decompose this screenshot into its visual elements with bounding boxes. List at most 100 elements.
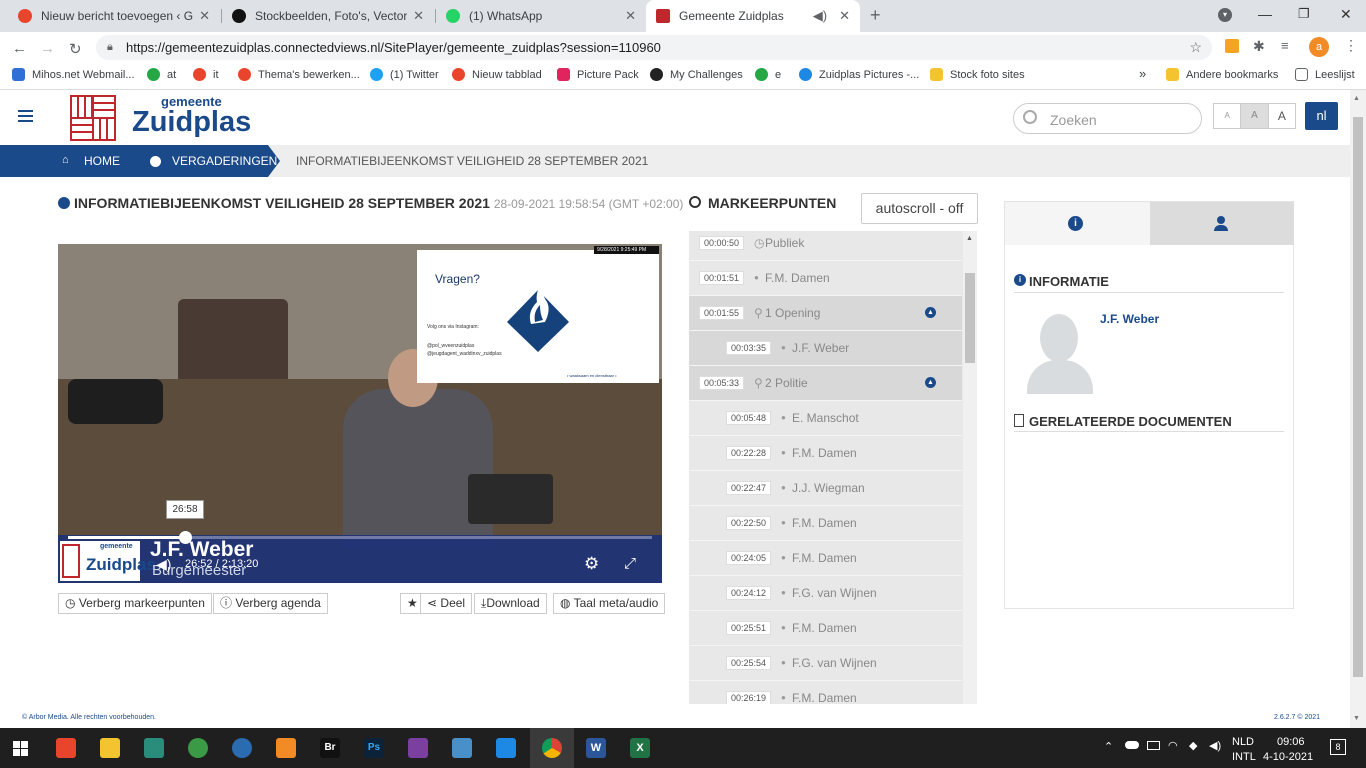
font-size-small-button[interactable]: A [1214, 104, 1242, 128]
video-progress-track[interactable] [68, 531, 652, 544]
marker-row[interactable]: 00:24:05 ● F.M. Damen [689, 541, 962, 576]
bookmark-item[interactable]: Thema's bewerken... [238, 68, 360, 81]
clock-time[interactable]: 09:06 [1277, 736, 1305, 748]
bookmark-item[interactable]: at [147, 68, 176, 81]
app-icon[interactable] [232, 738, 252, 758]
marker-timestamp[interactable]: 00:22:50 [726, 516, 772, 530]
bookmark-item[interactable]: e [755, 68, 781, 81]
marker-row[interactable]: 00:26:19 ● F.M. Damen [689, 681, 962, 704]
browser-tab-4-active[interactable]: Gemeente Zuidplas ◀) ✕ [646, 0, 860, 32]
new-tab-button[interactable]: + [870, 5, 881, 26]
breadcrumb-home[interactable]: HOME [84, 154, 120, 168]
marker-row[interactable]: 00:25:54 ● F.G. van Wijnen [689, 646, 962, 681]
close-tab-icon[interactable]: ✕ [839, 8, 850, 24]
app-icon[interactable] [452, 738, 472, 758]
marker-row[interactable]: 00:01:51 ● F.M. Damen [689, 261, 962, 296]
app-icon[interactable] [496, 738, 516, 758]
close-tab-icon[interactable]: ✕ [625, 8, 636, 24]
profile-avatar[interactable]: a [1309, 37, 1329, 57]
page-scrollbar-thumb[interactable] [1353, 117, 1363, 677]
chrome-icon[interactable] [542, 738, 562, 758]
back-icon[interactable]: ← [12, 40, 27, 57]
browser-tab-2[interactable]: Stockbeelden, Foto's, Vectors, Illu ✕ [222, 0, 434, 32]
font-size-large-button[interactable]: A [1269, 104, 1295, 128]
volume-icon[interactable]: ◀) [1209, 739, 1221, 752]
url-bar[interactable]: 🔒︎ https://gemeentezuidplas.connectedvie… [96, 35, 1212, 60]
settings-gear-icon[interactable]: ⚙ [584, 554, 599, 574]
marker-timestamp[interactable]: 00:22:47 [726, 481, 772, 495]
marker-timestamp[interactable]: 00:05:48 [726, 411, 772, 425]
marker-row[interactable]: 00:01:55 ⚲ 1 Opening ▲ [689, 296, 962, 331]
bookmark-folder[interactable]: Stock foto sites [930, 68, 1025, 81]
bookmark-item[interactable]: Nieuw tabblad [452, 68, 542, 81]
zuidplas-logo-icon[interactable] [70, 95, 116, 141]
bookmark-item[interactable]: (1) Twitter [370, 68, 439, 81]
markers-scrollbar[interactable]: ▲ [963, 231, 977, 704]
marker-timestamp[interactable]: 00:24:05 [726, 551, 772, 565]
close-window-button[interactable]: ✕ [1340, 6, 1352, 23]
collapse-icon[interactable]: ▲ [925, 307, 936, 318]
breadcrumb-meetings[interactable]: VERGADERINGEN [172, 154, 277, 168]
keyboard-language[interactable]: NLD [1232, 736, 1254, 748]
browser-tab-3[interactable]: (1) WhatsApp ✕ [436, 0, 646, 32]
reading-list-button[interactable]: Leeslijst [1295, 68, 1355, 81]
page-scrollbar[interactable]: ▲ ▼ [1350, 90, 1366, 728]
marker-row[interactable]: 00:22:47 ● J.J. Wiegman [689, 471, 962, 506]
share-button[interactable]: ⋖ Deel [420, 593, 473, 614]
fullscreen-icon[interactable]: ⤢ [624, 555, 636, 572]
hamburger-menu-icon[interactable] [18, 110, 33, 122]
extensions-icon[interactable]: ✱ [1253, 38, 1265, 55]
marker-timestamp[interactable]: 00:26:19 [726, 691, 772, 704]
marker-timestamp[interactable]: 00:01:55 [699, 306, 745, 320]
keyboard-layout[interactable]: INTL [1232, 751, 1256, 763]
marker-timestamp[interactable]: 00:24:12 [726, 586, 772, 600]
marker-timestamp[interactable]: 00:03:35 [726, 341, 772, 355]
rss-icon[interactable] [1225, 39, 1239, 53]
scroll-down-icon[interactable]: ▼ [1353, 715, 1360, 722]
cloud-icon[interactable] [1125, 741, 1139, 749]
photoshop-icon[interactable]: Ps [364, 738, 384, 758]
windows-start-icon[interactable] [13, 741, 28, 756]
dropbox-icon[interactable]: ◆ [1189, 739, 1197, 752]
app-icon[interactable] [144, 738, 164, 758]
marker-row[interactable]: 00:22:50 ● F.M. Damen [689, 506, 962, 541]
word-icon[interactable]: W [586, 738, 606, 758]
minimize-button[interactable]: — [1258, 6, 1272, 22]
tab-search-icon[interactable]: ▾ [1218, 8, 1232, 22]
video-player[interactable]: 9/28/2021 9:25:49 PM Vragen? Volg ons vi… [58, 244, 662, 583]
playlist-icon[interactable]: ≡ [1281, 38, 1289, 53]
collapse-icon[interactable]: ▲ [925, 377, 936, 388]
notification-center-icon[interactable]: 8 [1330, 739, 1346, 755]
bookmark-item[interactable]: Zuidplas Pictures -... [799, 68, 919, 81]
speaker-icon[interactable]: ◀) [813, 8, 827, 24]
marker-row[interactable]: 00:05:33 ⚲ 2 Politie ▲ [689, 366, 962, 401]
download-button[interactable]: ⤓Download [474, 593, 547, 614]
more-bookmarks-button[interactable]: » [1139, 66, 1146, 81]
excel-icon[interactable]: X [630, 738, 650, 758]
tray-chevron-icon[interactable]: ⌃ [1104, 740, 1113, 753]
wifi-icon[interactable]: ◠ [1168, 739, 1178, 752]
other-bookmarks-folder[interactable]: Andere bookmarks [1166, 68, 1278, 81]
app-icon[interactable] [408, 738, 428, 758]
reload-icon[interactable]: ↻ [69, 40, 82, 58]
bookmark-item[interactable]: Picture Pack [557, 68, 639, 81]
volume-icon[interactable]: ◀) [156, 556, 171, 573]
marker-row[interactable]: 00:03:35 ● J.F. Weber [689, 331, 962, 366]
scroll-up-icon[interactable]: ▲ [966, 235, 973, 242]
forward-icon[interactable]: → [40, 40, 55, 57]
file-explorer-icon[interactable] [100, 738, 120, 758]
autoscroll-button[interactable]: autoscroll - off [861, 193, 978, 224]
marker-timestamp[interactable]: 00:22:28 [726, 446, 772, 460]
battery-icon[interactable] [1147, 741, 1160, 750]
marker-timestamp[interactable]: 00:05:33 [699, 376, 745, 390]
hide-markers-button[interactable]: ◷ Verberg markeerpunten [58, 593, 212, 614]
clock-date[interactable]: 4-10-2021 [1263, 751, 1313, 763]
marker-row[interactable]: 00:22:28 ● F.M. Damen [689, 436, 962, 471]
marker-row[interactable]: 00:00:50 ◷ Publiek [689, 231, 962, 261]
marker-timestamp[interactable]: 00:01:51 [699, 271, 745, 285]
marker-row[interactable]: 00:24:12 ● F.G. van Wijnen [689, 576, 962, 611]
menu-dots-icon[interactable]: ⋮ [1344, 37, 1358, 54]
scroll-up-icon[interactable]: ▲ [1353, 95, 1360, 102]
font-size-medium-button[interactable]: A [1241, 104, 1269, 128]
marker-row[interactable]: 00:05:48 ● E. Manschot [689, 401, 962, 436]
